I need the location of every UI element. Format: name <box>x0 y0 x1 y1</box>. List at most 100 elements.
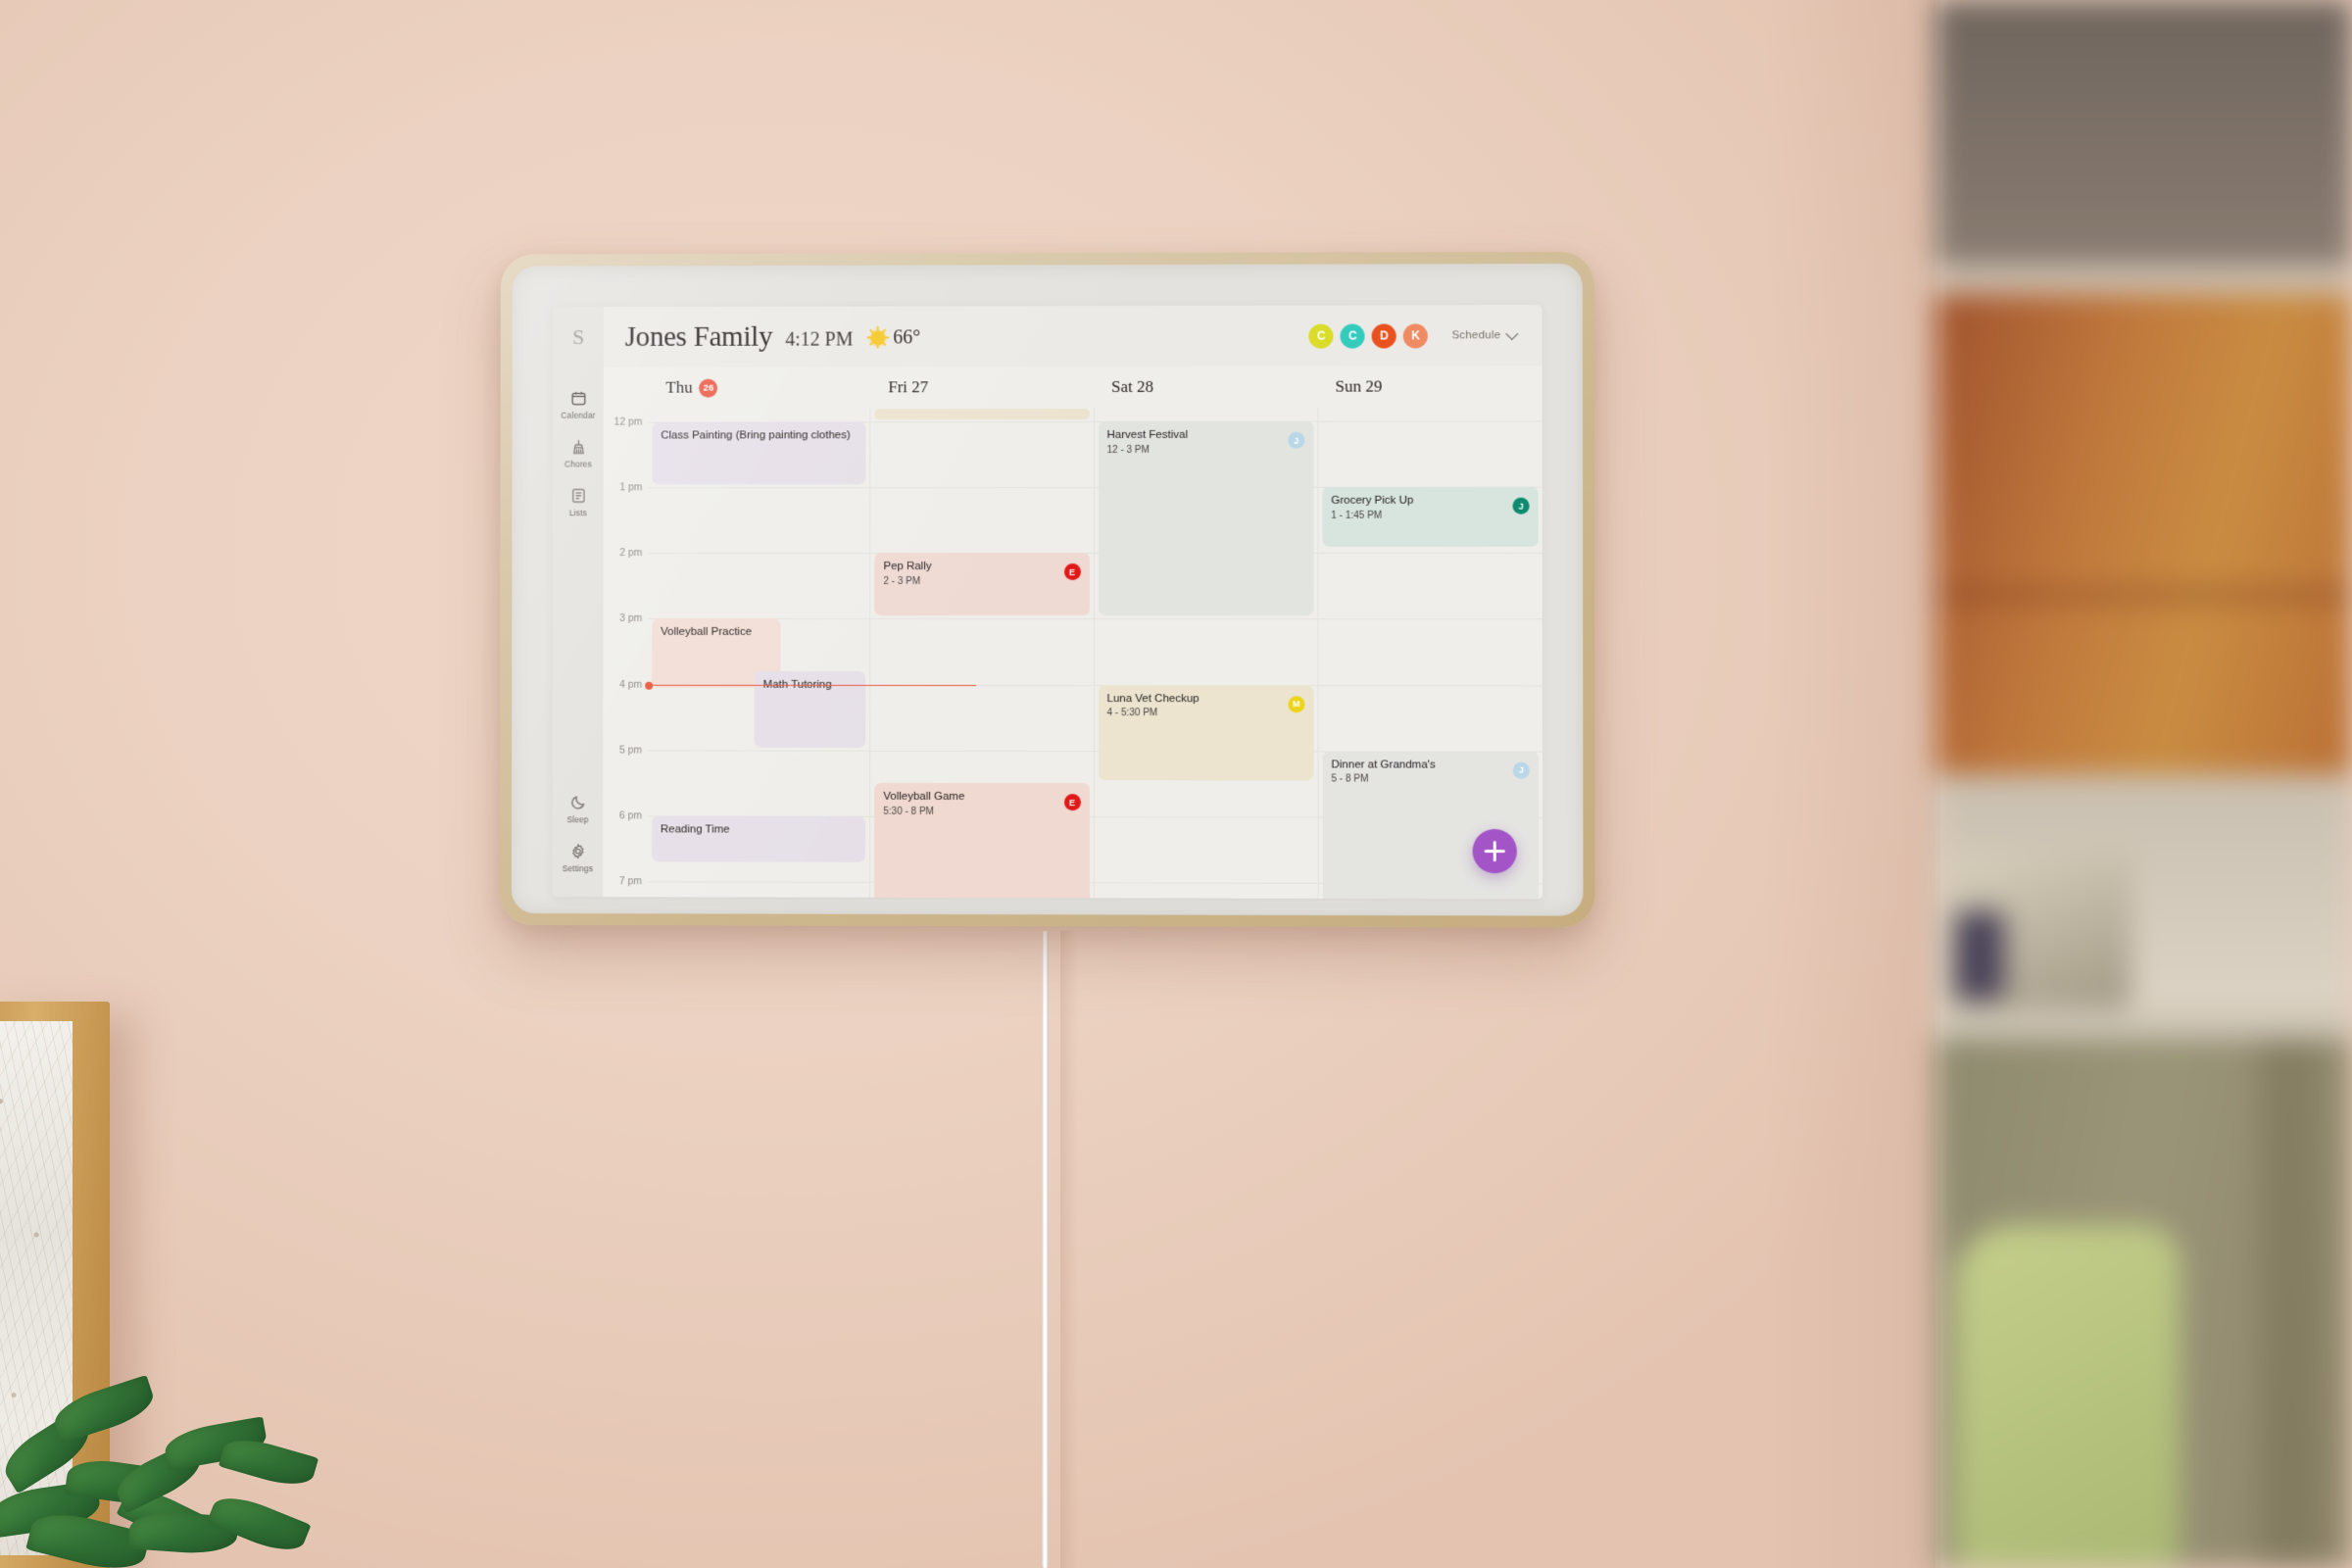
hour-gridline <box>1318 420 1543 422</box>
sun-icon <box>869 328 887 347</box>
blurred-kitchen-background <box>1936 0 2352 1568</box>
calendar-event[interactable]: Class Painting (Bring painting clothes) <box>652 421 866 485</box>
avatar-initial: C <box>1348 328 1357 343</box>
app-header: S Jones Family 4:12 PM 66° C C D K Sched… <box>553 305 1543 368</box>
current-time: 4:12 PM <box>785 328 854 351</box>
sidebar-item-label: Calendar <box>561 410 596 420</box>
day-column-fri[interactable]: Pep Rally 2 - 3 PM E Volleyball Game 5:30 - … <box>869 408 1094 900</box>
calendar-day-headers: Thu 26 Fri 27 Sat 28 Sun 29 <box>604 366 1543 408</box>
event-time: 2 - 3 PM <box>883 576 921 588</box>
day-name: Thu <box>665 377 693 397</box>
calendar-event[interactable]: Grocery Pick Up 1 - 1:45 PM J <box>1322 486 1539 547</box>
avatar[interactable]: C <box>1308 323 1334 349</box>
sidebar-item-sleep[interactable]: Sleep <box>553 785 604 834</box>
page-title: Jones Family <box>624 320 773 353</box>
hour-label: 1 pm <box>619 481 643 494</box>
event-avatar: J <box>1512 497 1530 514</box>
all-day-strip <box>648 407 1542 420</box>
calendar-event[interactable]: Pep Rally 2 - 3 PM E <box>874 553 1090 616</box>
hour-label: 7 pm <box>618 875 643 888</box>
hour-gridline <box>1318 618 1543 620</box>
current-time-indicator <box>645 681 977 690</box>
member-avatar-group: C C D K <box>1308 322 1429 349</box>
broom-icon <box>570 439 587 456</box>
calendar-event[interactable]: Math Tutoring <box>754 670 866 748</box>
hour-label: 5 pm <box>618 744 643 757</box>
hour-gridline <box>870 487 1094 489</box>
day-header-fri[interactable]: Fri 27 <box>870 367 1094 408</box>
weather-widget: 66° <box>869 325 921 349</box>
hour-gridline <box>870 421 1094 423</box>
calendar-event[interactable]: Volleyball Game 5:30 - 8 PM E <box>874 783 1090 900</box>
day-column-thu[interactable]: Class Painting (Bring painting clothes) V… <box>645 408 977 897</box>
hour-label: 3 pm <box>619 612 643 625</box>
app-logo[interactable]: S <box>553 307 604 368</box>
calendar-event[interactable]: Reading Time <box>651 815 866 862</box>
event-time: 5 - 8 PM <box>1331 773 1369 785</box>
avatar[interactable]: D <box>1372 322 1397 349</box>
event-time: 1 - 1:45 PM <box>1331 510 1383 521</box>
sidebar-item-settings[interactable]: Settings <box>553 834 604 883</box>
day-header-thu[interactable]: Thu 26 <box>648 367 870 408</box>
hour-gridline <box>648 553 870 555</box>
chevron-down-icon <box>1505 326 1519 340</box>
hour-gridline <box>1094 882 1318 884</box>
sidebar-item-lists[interactable]: Lists <box>553 478 604 527</box>
temperature-value: 66° <box>893 325 921 348</box>
event-title: Class Painting (Bring painting clothes) <box>661 429 851 442</box>
day-column-sun[interactable]: Grocery Pick Up 1 - 1:45 PM J Dinner at Gra… <box>1317 407 1544 900</box>
moon-icon <box>569 794 586 810</box>
list-icon <box>569 487 586 504</box>
sidebar-item-label: Sleep <box>566 814 589 825</box>
event-title: Dinner at Grandma's <box>1331 759 1436 771</box>
event-title: Reading Time <box>660 823 730 836</box>
calendar-event[interactable]: Harvest Festival 12 - 3 PM J <box>1098 420 1314 616</box>
day-header-sun[interactable]: Sun 29 <box>1317 366 1542 407</box>
day-name: Fri 27 <box>888 377 929 397</box>
schedule-view-dropdown[interactable]: Schedule <box>1451 326 1519 341</box>
hour-gridline <box>648 750 870 752</box>
sidebar-item-label: Lists <box>568 508 587 518</box>
calendar-icon <box>570 390 587 407</box>
hour-gridline <box>1094 618 1318 620</box>
hour-label: 2 pm <box>619 547 643 560</box>
room-scene: S Jones Family 4:12 PM 66° C C D K Sched… <box>0 0 2352 1568</box>
mount-cable <box>1042 931 1049 1568</box>
picture-frame-artwork <box>0 1021 73 1555</box>
calendar-event[interactable]: Dinner at Grandma's 5 - 8 PM J <box>1322 751 1540 900</box>
gear-icon <box>569 843 586 859</box>
sidebar-item-label: Settings <box>562 863 594 874</box>
event-avatar: M <box>1288 695 1305 712</box>
all-day-event-band[interactable] <box>874 409 1091 420</box>
add-event-button[interactable] <box>1472 828 1517 874</box>
app-body: Calendar Chores Lists Sleep Settings Thu… <box>552 366 1544 900</box>
sidebar-item-label: Chores <box>564 459 592 469</box>
event-time: 4 - 5:30 PM <box>1106 708 1158 719</box>
hour-label: 12 pm <box>613 416 643 428</box>
event-avatar: J <box>1288 431 1305 449</box>
avatar[interactable]: K <box>1403 322 1429 348</box>
hour-label: 4 pm <box>619 678 643 691</box>
event-avatar: E <box>1063 794 1081 811</box>
event-time: 12 - 3 PM <box>1106 444 1150 456</box>
hour-gridline <box>1094 816 1318 818</box>
sidebar-item-calendar[interactable]: Calendar <box>553 381 604 430</box>
family-calendar-app: S Jones Family 4:12 PM 66° C C D K Sched… <box>552 305 1544 900</box>
event-time: 5:30 - 8 PM <box>883 806 934 817</box>
avatar[interactable]: C <box>1340 323 1366 349</box>
calendar-event[interactable]: Luna Vet Checkup 4 - 5:30 PM M <box>1098 684 1314 781</box>
sidebar-nav: Calendar Chores Lists Sleep Settings <box>552 367 604 898</box>
day-header-sat[interactable]: Sat 28 <box>1094 367 1317 408</box>
device-screen: S Jones Family 4:12 PM 66° C C D K Sched… <box>511 263 1584 916</box>
hour-gridline <box>1318 553 1543 555</box>
hour-gridline <box>870 750 1094 752</box>
hour-gridline <box>870 618 1094 620</box>
current-time-dot <box>645 681 654 690</box>
avatar-initial: C <box>1316 328 1326 343</box>
hour-label: 6 pm <box>618 809 643 822</box>
sidebar-item-chores[interactable]: Chores <box>553 430 604 479</box>
event-title: Grocery Pick Up <box>1331 494 1414 507</box>
day-column-sat[interactable]: Harvest Festival 12 - 3 PM J Luna Vet Check… <box>1093 407 1318 899</box>
header-title-group: Jones Family 4:12 PM 66° <box>604 320 920 354</box>
hour-labels-column: 12 pm 1 pm 2 pm 3 pm 4 pm 5 pm 6 pm 7 pm <box>603 409 648 898</box>
